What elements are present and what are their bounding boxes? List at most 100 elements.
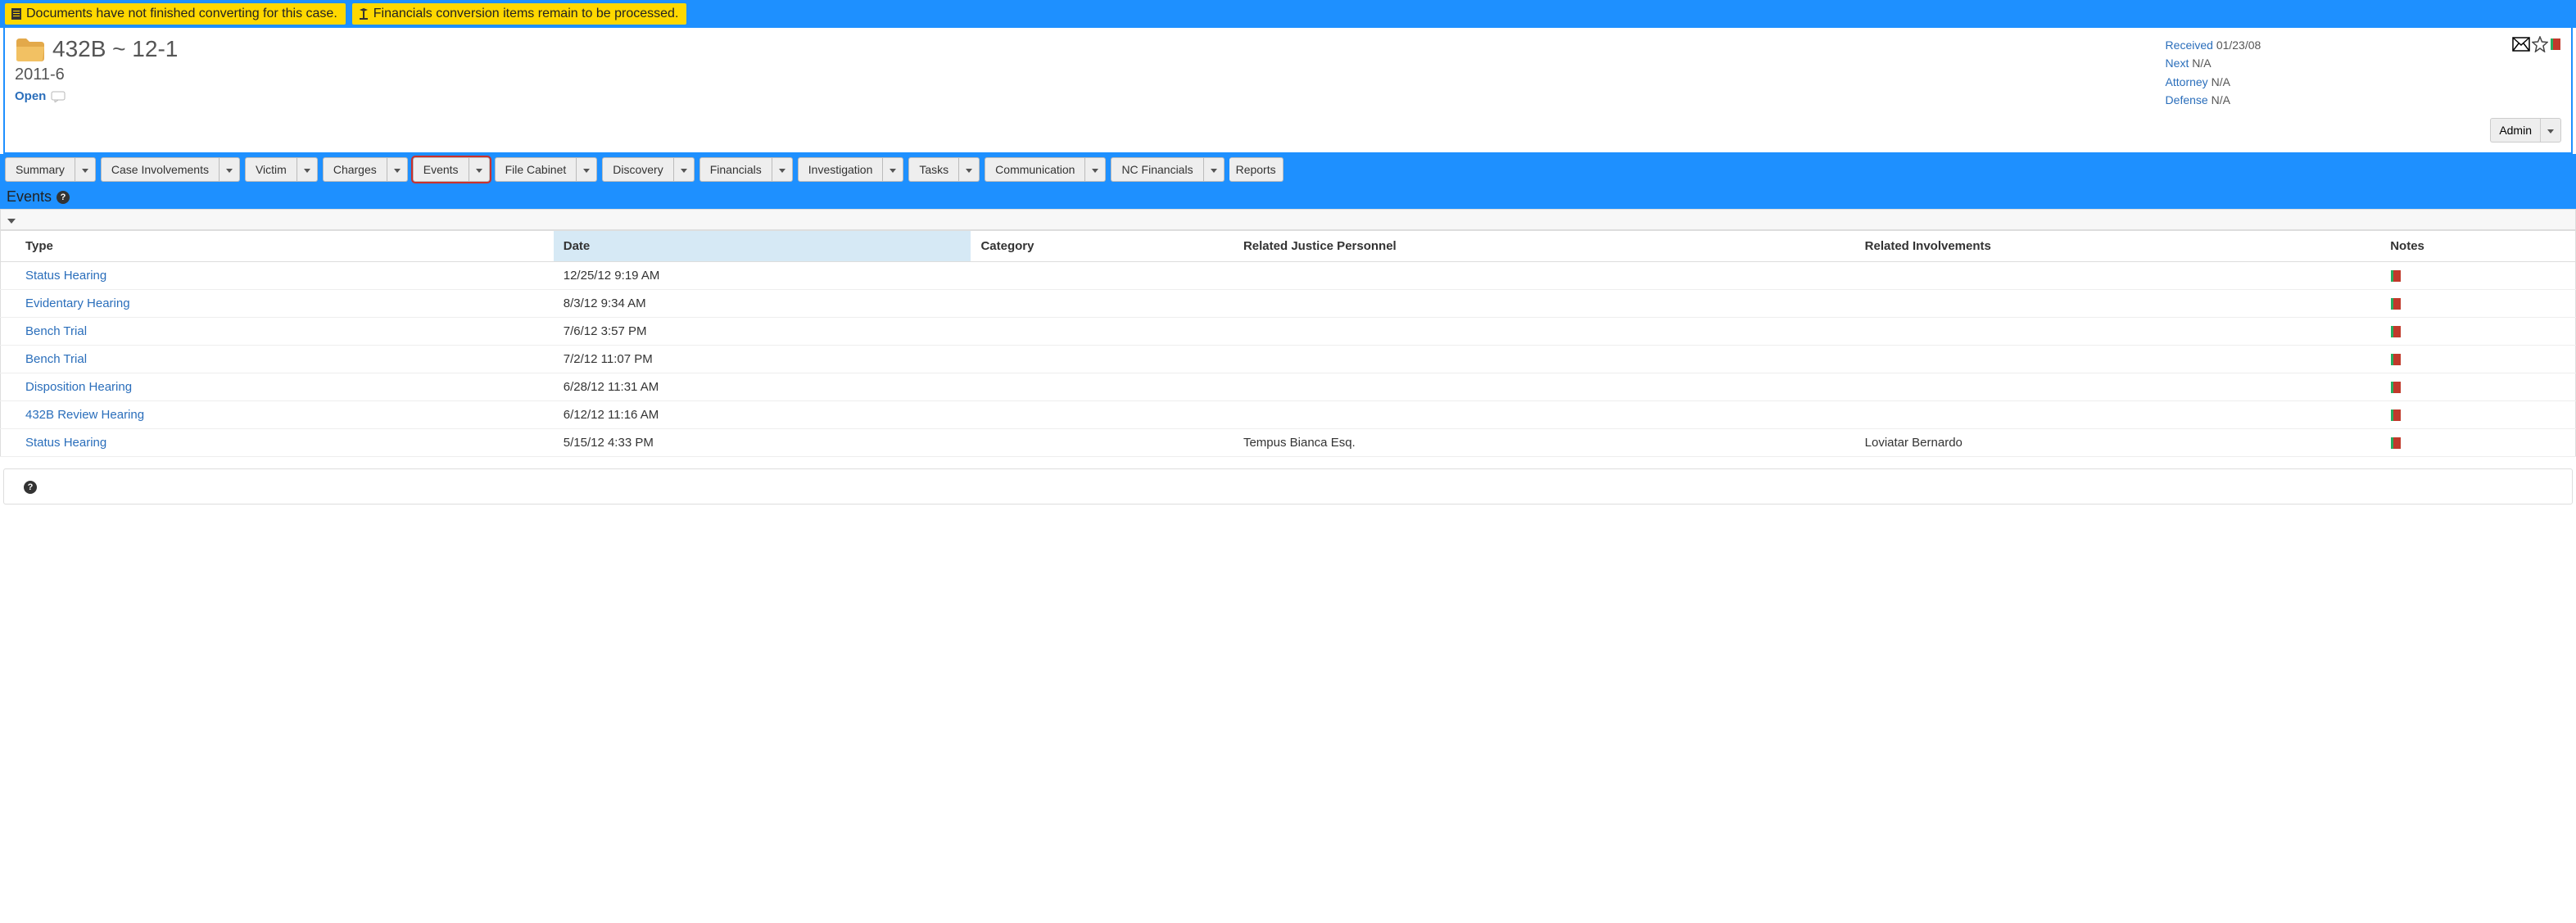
- col-date[interactable]: Date: [554, 231, 971, 262]
- notes-icon[interactable]: [2390, 353, 2402, 366]
- cell-notes: [2380, 429, 2575, 457]
- cell-personnel: [1234, 290, 1855, 318]
- chat-icon[interactable]: [51, 91, 66, 102]
- tab-investigation-caret[interactable]: [883, 157, 903, 182]
- tab-filecabinet[interactable]: File Cabinet: [495, 157, 598, 182]
- tab-tasks[interactable]: Tasks: [908, 157, 980, 182]
- meta-received-label[interactable]: Received: [2166, 38, 2213, 52]
- cell-category: [971, 429, 1234, 457]
- cell-date: 6/12/12 11:16 AM: [554, 401, 971, 429]
- admin-button-label[interactable]: Admin: [2490, 118, 2540, 143]
- cell-involvements: [1855, 262, 2381, 290]
- tab-ncfinancials-caret[interactable]: [1204, 157, 1225, 182]
- cell-type: 432B Review Hearing: [1, 401, 554, 429]
- tab-ncfinancials[interactable]: NC Financials: [1111, 157, 1224, 182]
- case-title: 432B ~ 12-1: [52, 36, 178, 62]
- collapse-toggle[interactable]: [0, 209, 2576, 230]
- tab-financials-label[interactable]: Financials: [699, 157, 772, 182]
- table-row: Status Hearing12/25/12 9:19 AM: [1, 262, 2576, 290]
- notes-icon[interactable]: [2390, 269, 2402, 283]
- tab-financials[interactable]: Financials: [699, 157, 793, 182]
- event-type-link[interactable]: Status Hearing: [25, 436, 106, 450]
- col-personnel[interactable]: Related Justice Personnel: [1234, 231, 1855, 262]
- tab-reports-label[interactable]: Reports: [1229, 157, 1283, 182]
- notes-icon[interactable]: [2550, 38, 2561, 51]
- star-icon[interactable]: [2532, 36, 2548, 52]
- cell-type: Bench Trial: [1, 318, 554, 346]
- cell-involvements: [1855, 346, 2381, 373]
- event-type-link[interactable]: Bench Trial: [25, 324, 87, 338]
- tab-investigation[interactable]: Investigation: [798, 157, 904, 182]
- footer-help: ?: [3, 468, 2573, 504]
- tab-filecabinet-label[interactable]: File Cabinet: [495, 157, 577, 182]
- table-row: Bench Trial 7/2/12 11:07 PM: [1, 346, 2576, 373]
- notes-icon[interactable]: [2390, 297, 2402, 310]
- tab-ncfinancials-label[interactable]: NC Financials: [1111, 157, 1203, 182]
- meta-received-value: 01/23/08: [2216, 38, 2261, 52]
- cell-personnel: [1234, 262, 1855, 290]
- col-type[interactable]: Type: [1, 231, 554, 262]
- tab-discovery[interactable]: Discovery: [602, 157, 694, 182]
- notes-icon[interactable]: [2390, 437, 2402, 450]
- tab-tasks-label[interactable]: Tasks: [908, 157, 959, 182]
- meta-next-label[interactable]: Next: [2166, 57, 2189, 70]
- tab-charges[interactable]: Charges: [323, 157, 408, 182]
- notes-icon[interactable]: [2390, 409, 2402, 422]
- tab-communication-label[interactable]: Communication: [985, 157, 1085, 182]
- tab-investigation-label[interactable]: Investigation: [798, 157, 884, 182]
- event-type-link[interactable]: 432B Review Hearing: [25, 408, 144, 422]
- tab-discovery-label[interactable]: Discovery: [602, 157, 673, 182]
- col-category[interactable]: Category: [971, 231, 1234, 262]
- cell-category: [971, 401, 1234, 429]
- event-type-link[interactable]: Disposition Hearing: [25, 380, 132, 394]
- cell-notes: [2380, 318, 2575, 346]
- tab-summary[interactable]: Summary: [5, 157, 96, 182]
- tab-filecabinet-caret[interactable]: [577, 157, 597, 182]
- meta-defense-label[interactable]: Defense: [2166, 93, 2208, 106]
- tab-charges-label[interactable]: Charges: [323, 157, 387, 182]
- tab-tasks-caret[interactable]: [959, 157, 980, 182]
- tab-financials-caret[interactable]: [772, 157, 793, 182]
- admin-button-caret[interactable]: [2540, 118, 2561, 143]
- meta-attorney-label[interactable]: Attorney: [2166, 75, 2208, 88]
- tab-summary-caret[interactable]: [75, 157, 96, 182]
- tab-victim-caret[interactable]: [297, 157, 318, 182]
- event-type-link[interactable]: Status Hearing: [25, 269, 106, 283]
- case-subtitle: 2011-6: [15, 66, 2166, 84]
- event-type-link[interactable]: Evidentary Hearing: [25, 296, 130, 310]
- help-icon[interactable]: ?: [57, 191, 70, 204]
- cell-notes: [2380, 262, 2575, 290]
- tab-bar: Summary Case Involvements Victim Charges…: [0, 154, 2576, 185]
- cell-date: 7/2/12 11:07 PM: [554, 346, 971, 373]
- tab-involvements[interactable]: Case Involvements: [101, 157, 240, 182]
- col-notes[interactable]: Notes: [2380, 231, 2575, 262]
- tab-events-caret[interactable]: [469, 157, 490, 182]
- tab-victim-label[interactable]: Victim: [245, 157, 297, 182]
- cell-type: Status Hearing: [1, 429, 554, 457]
- cell-date: 8/3/12 9:34 AM: [554, 290, 971, 318]
- event-type-link[interactable]: Bench Trial: [25, 352, 87, 366]
- tab-events[interactable]: Events: [413, 157, 490, 182]
- tab-summary-label[interactable]: Summary: [5, 157, 75, 182]
- cell-category: [971, 373, 1234, 401]
- tab-discovery-caret[interactable]: [674, 157, 695, 182]
- tab-events-label[interactable]: Events: [413, 157, 469, 182]
- notes-icon[interactable]: [2390, 325, 2402, 338]
- notes-icon[interactable]: [2390, 381, 2402, 394]
- cell-personnel: [1234, 373, 1855, 401]
- tab-communication[interactable]: Communication: [985, 157, 1106, 182]
- tab-communication-caret[interactable]: [1085, 157, 1106, 182]
- help-icon[interactable]: ?: [24, 481, 37, 494]
- mail-icon[interactable]: [2512, 37, 2530, 52]
- events-table: Type Date Category Related Justice Perso…: [0, 230, 2576, 457]
- tab-victim[interactable]: Victim: [245, 157, 318, 182]
- tab-involvements-caret[interactable]: [220, 157, 240, 182]
- case-status[interactable]: Open: [15, 89, 46, 103]
- warning-documents: Documents have not finished converting f…: [5, 3, 346, 25]
- tab-charges-caret[interactable]: [387, 157, 408, 182]
- col-involvements[interactable]: Related Involvements: [1855, 231, 2381, 262]
- admin-button[interactable]: Admin: [2490, 118, 2561, 143]
- tab-reports[interactable]: Reports: [1229, 157, 1283, 182]
- tab-involvements-label[interactable]: Case Involvements: [101, 157, 220, 182]
- table-row: 432B Review Hearing 6/12/12 11:16 AM: [1, 401, 2576, 429]
